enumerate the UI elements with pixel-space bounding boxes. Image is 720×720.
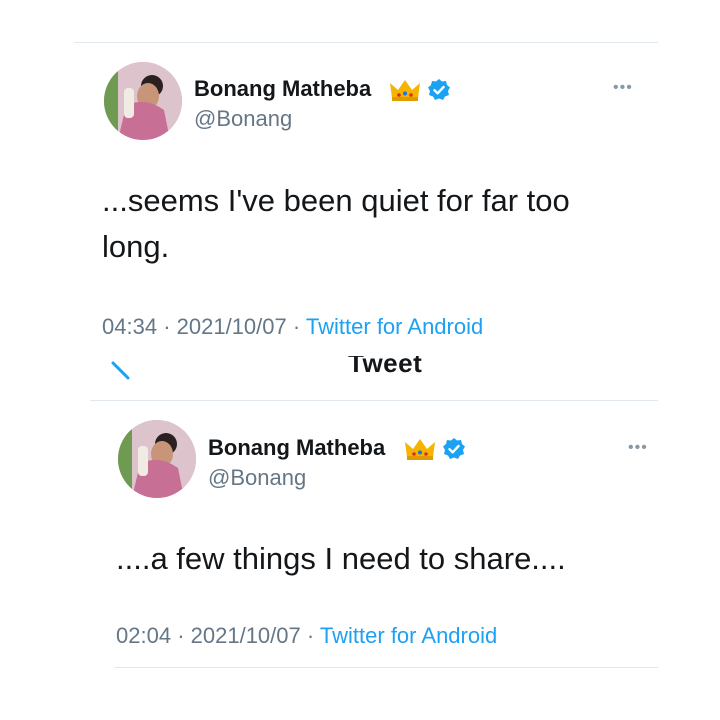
verified-badge-icon xyxy=(428,79,450,100)
tweet-time: 02:04 xyxy=(116,623,172,648)
tweet-source-link[interactable]: Twitter for Android xyxy=(306,314,483,339)
header-title: Tweet xyxy=(348,356,423,378)
bottom-divider xyxy=(114,667,658,668)
top-divider xyxy=(74,42,658,43)
display-name[interactable]: Bonang Matheba xyxy=(208,435,385,461)
more-options-icon[interactable]: ••• xyxy=(613,80,633,96)
username-handle[interactable]: @Bonang xyxy=(194,106,292,132)
tweet-text: ....a few things I need to share.... xyxy=(116,541,566,576)
more-options-icon[interactable]: ••• xyxy=(628,440,648,456)
section-divider xyxy=(90,400,658,401)
meta-separator: · xyxy=(306,623,315,648)
tweet-date: 2021/10/07 xyxy=(190,623,301,648)
tweet-date: 2021/10/07 xyxy=(176,314,287,339)
avatar[interactable] xyxy=(118,420,196,498)
meta-separator: · xyxy=(163,314,171,339)
crown-emoji-icon xyxy=(390,80,420,101)
display-name[interactable]: Bonang Matheba xyxy=(194,76,371,102)
verified-badge-icon xyxy=(443,438,465,459)
crown-emoji-icon xyxy=(405,439,435,460)
tweet-meta: 04:34 · 2021/10/07 · Twitter for Android xyxy=(102,314,483,340)
tweet-source-link[interactable]: Twitter for Android xyxy=(320,623,497,648)
tweet-text: ...seems I've been quiet for far too lon… xyxy=(102,183,570,264)
meta-separator: · xyxy=(292,314,301,339)
username-handle[interactable]: @Bonang xyxy=(208,465,306,491)
avatar[interactable] xyxy=(104,62,182,140)
tweet-meta: 02:04 · 2021/10/07 · Twitter for Android xyxy=(116,623,497,649)
tweet-time: 04:34 xyxy=(102,314,158,339)
header-title-clip: Tweet xyxy=(348,356,438,378)
back-arrow-icon[interactable] xyxy=(110,360,132,382)
meta-separator: · xyxy=(177,623,185,648)
